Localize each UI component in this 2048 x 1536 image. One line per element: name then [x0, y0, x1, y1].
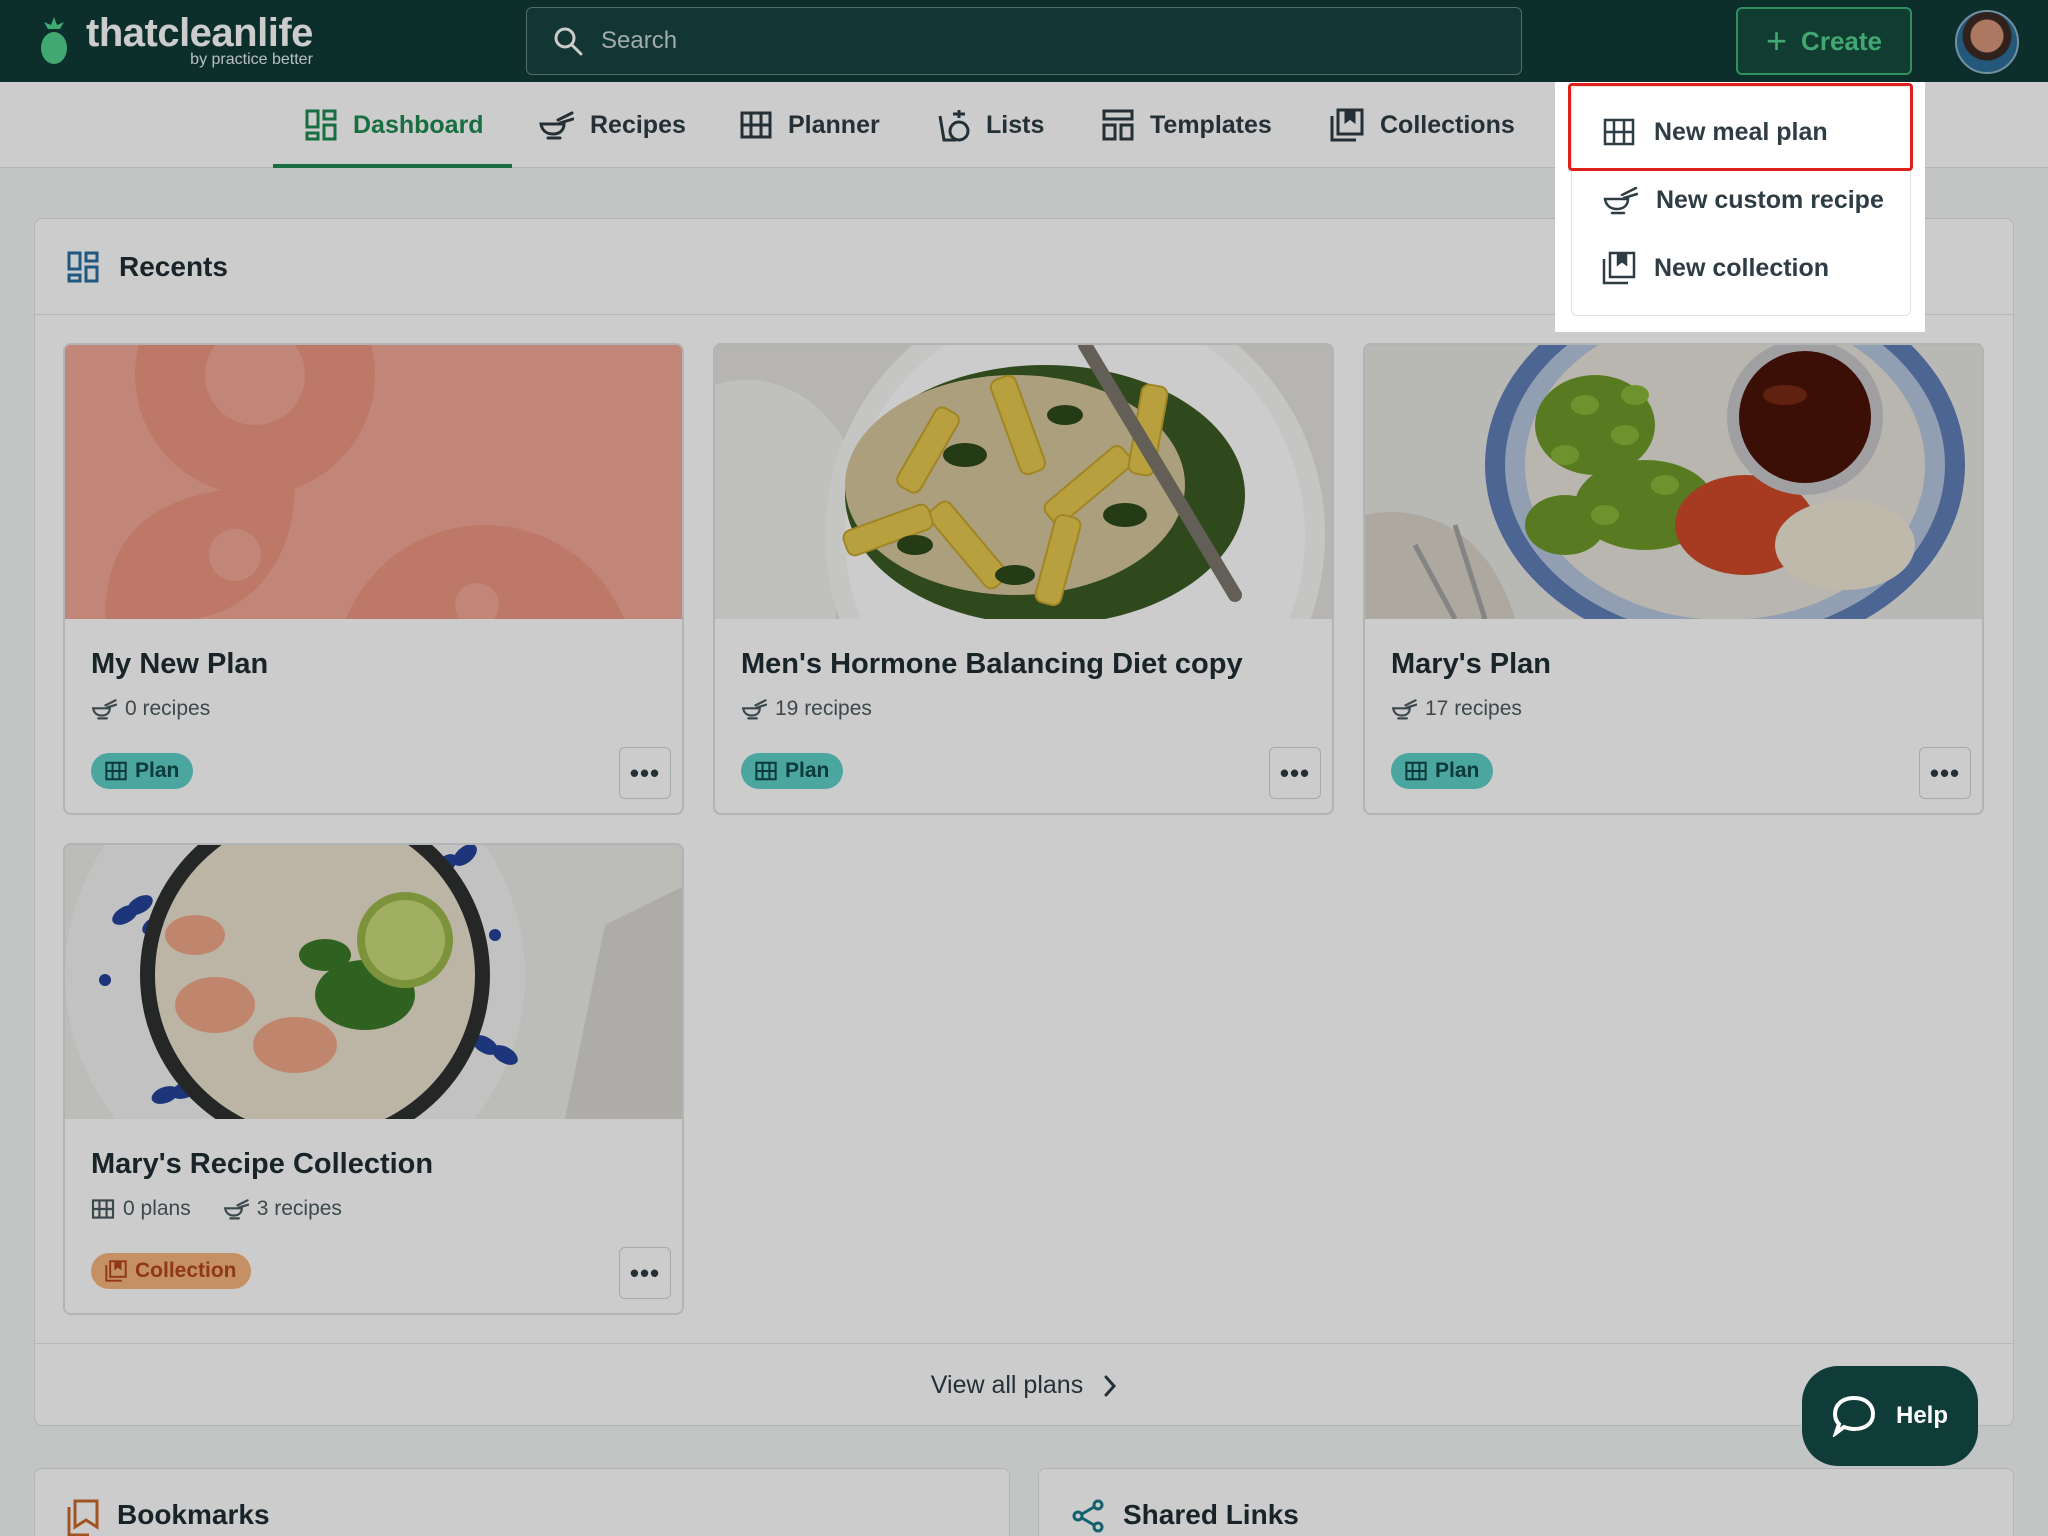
highlight-box: [1568, 83, 1913, 171]
menu-item-label: New custom recipe: [1656, 185, 1884, 214]
chat-bubble-icon: [1832, 1395, 1876, 1437]
menu-item-label: New collection: [1654, 253, 1830, 282]
menu-item-new-collection[interactable]: New collection: [1572, 234, 1912, 302]
help-button[interactable]: Help: [1802, 1366, 1978, 1466]
help-label: Help: [1895, 1402, 1948, 1429]
recipe-icon: [1602, 185, 1638, 215]
menu-item-new-custom-recipe[interactable]: New custom recipe: [1572, 166, 1912, 234]
collection-icon: [1602, 251, 1636, 285]
